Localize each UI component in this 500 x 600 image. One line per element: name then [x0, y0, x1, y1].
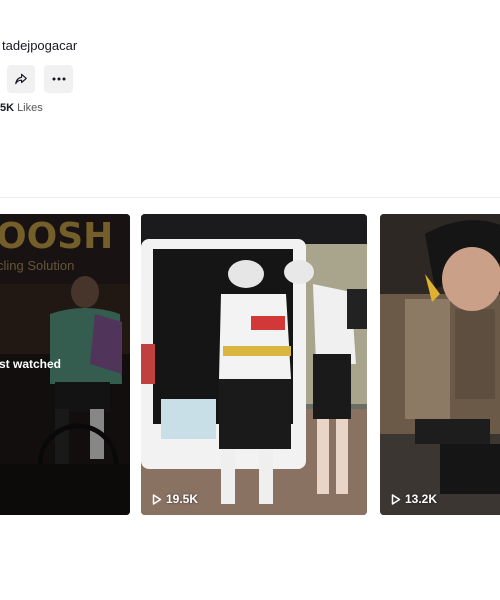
last-watched-label: st watched — [0, 357, 62, 371]
play-icon — [152, 493, 162, 505]
video-thumbnail — [141, 214, 367, 515]
likes-stat: 5K Likes — [0, 102, 43, 114]
likes-count: 5K — [0, 102, 15, 114]
views-count: 19.5K — [166, 492, 199, 506]
views-count: 13.2K — [405, 492, 438, 506]
divider — [0, 197, 500, 198]
more-icon — [52, 77, 65, 81]
likes-label: Likes — [17, 102, 43, 114]
video-views: 13.2K — [391, 492, 437, 506]
video-tile[interactable]: 13.2K — [380, 214, 500, 515]
share-icon — [15, 73, 27, 85]
more-button[interactable] — [44, 65, 73, 93]
share-button[interactable] — [7, 65, 35, 93]
profile-username: tadejpogacar — [2, 38, 78, 53]
video-tile[interactable]: 19.5K — [141, 214, 367, 515]
video-views: 19.5K — [152, 492, 198, 506]
video-thumbnail — [380, 214, 500, 515]
video-tile[interactable]: OOSH cling Solution st watched — [0, 214, 130, 515]
play-icon — [391, 493, 401, 505]
